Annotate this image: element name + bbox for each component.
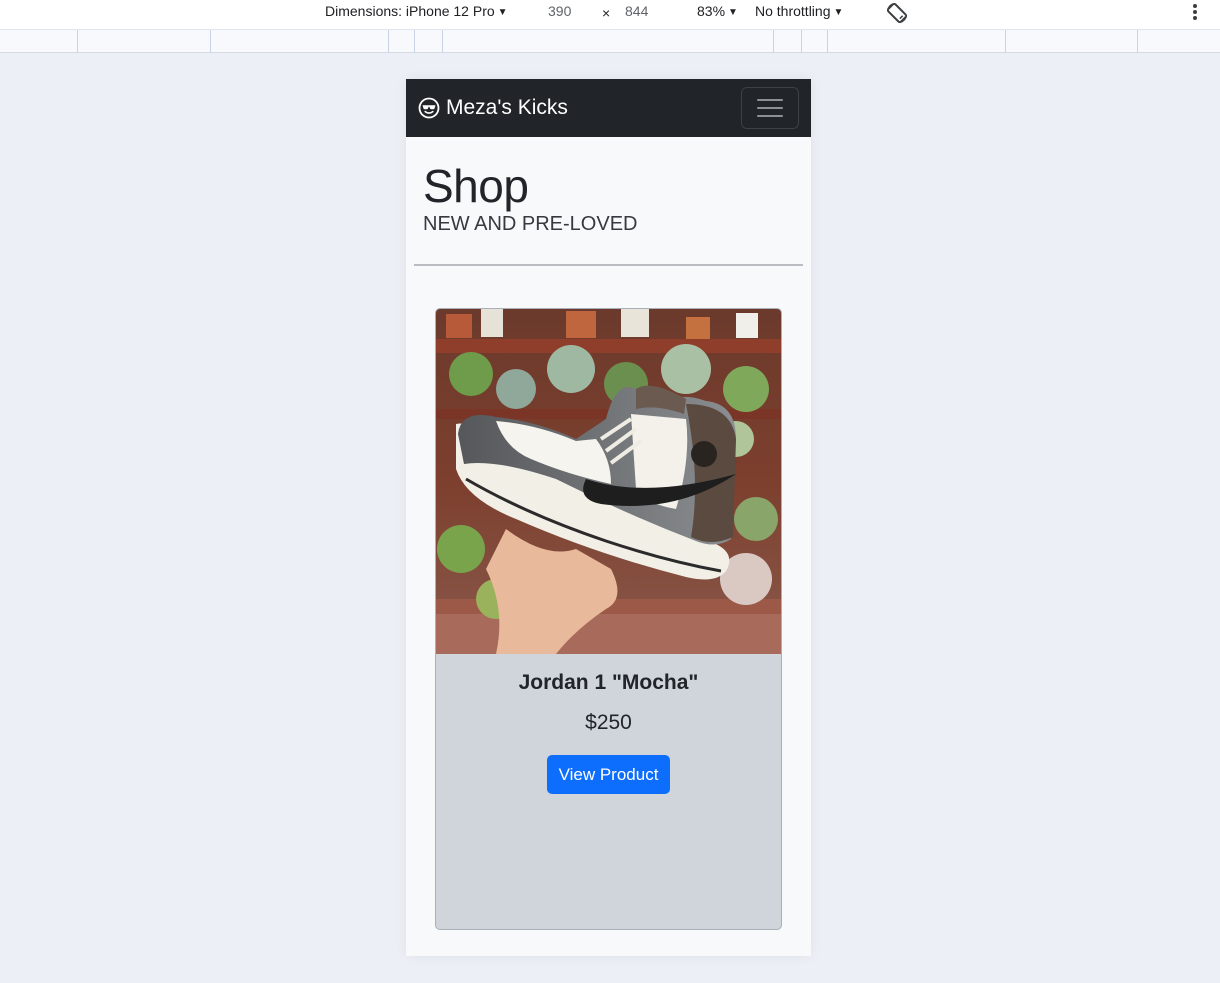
hamburger-icon: [757, 99, 783, 101]
times-symbol: ×: [602, 5, 611, 21]
brand-link[interactable]: Meza's Kicks: [418, 95, 568, 121]
navbar-toggler-button[interactable]: [741, 87, 799, 129]
zoom-dropdown[interactable]: 83% ▼: [697, 3, 738, 19]
page-title: Shop: [423, 160, 529, 212]
ruler-tick: [801, 30, 802, 53]
devtools-device-toolbar: Dimensions: iPhone 12 Pro ▼ 390 × 844 83%…: [0, 0, 1220, 29]
page-subtitle: NEW AND PRE-LOVED: [423, 213, 638, 235]
throttling-dropdown[interactable]: No throttling ▼: [755, 3, 843, 19]
navbar: Meza's Kicks: [406, 79, 811, 137]
ruler-tick: [1137, 30, 1138, 53]
width-input[interactable]: 390: [548, 3, 571, 19]
ruler-tick: [388, 30, 389, 53]
ruler-tick: [442, 30, 443, 53]
media-query-ruler[interactable]: [0, 29, 1220, 53]
product-name: Jordan 1 "Mocha": [518, 671, 699, 694]
device-viewport: Meza's Kicks Shop NEW AND PRE-LOVED Jord…: [406, 79, 811, 956]
ruler-tick: [414, 30, 415, 53]
brand-name: Meza's Kicks: [446, 96, 568, 119]
ruler-tick: [210, 30, 211, 53]
caret-down-icon: ▼: [728, 7, 738, 18]
rotate-icon[interactable]: [885, 1, 909, 25]
product-price: $250: [585, 711, 632, 734]
ruler-tick: [77, 30, 78, 53]
ruler-tick: [827, 30, 828, 53]
device-dimensions-label: Dimensions: iPhone 12 Pro: [325, 3, 495, 19]
caret-down-icon: ▼: [497, 7, 508, 18]
product-image[interactable]: [436, 309, 781, 654]
ruler-tick: [1005, 30, 1006, 53]
view-product-button[interactable]: View Product: [547, 755, 670, 794]
zoom-label: 83%: [697, 3, 726, 19]
divider: [414, 264, 803, 266]
more-vertical-icon[interactable]: [1188, 2, 1202, 22]
cool-face-icon: [418, 97, 440, 119]
product-card: Jordan 1 "Mocha" $250 View Product: [435, 308, 782, 930]
device-dimensions-dropdown[interactable]: Dimensions: iPhone 12 Pro ▼: [325, 3, 508, 19]
caret-down-icon: ▼: [833, 7, 844, 18]
height-input[interactable]: 844: [625, 3, 648, 19]
throttling-label: No throttling: [755, 3, 831, 19]
ruler-tick: [773, 30, 774, 53]
